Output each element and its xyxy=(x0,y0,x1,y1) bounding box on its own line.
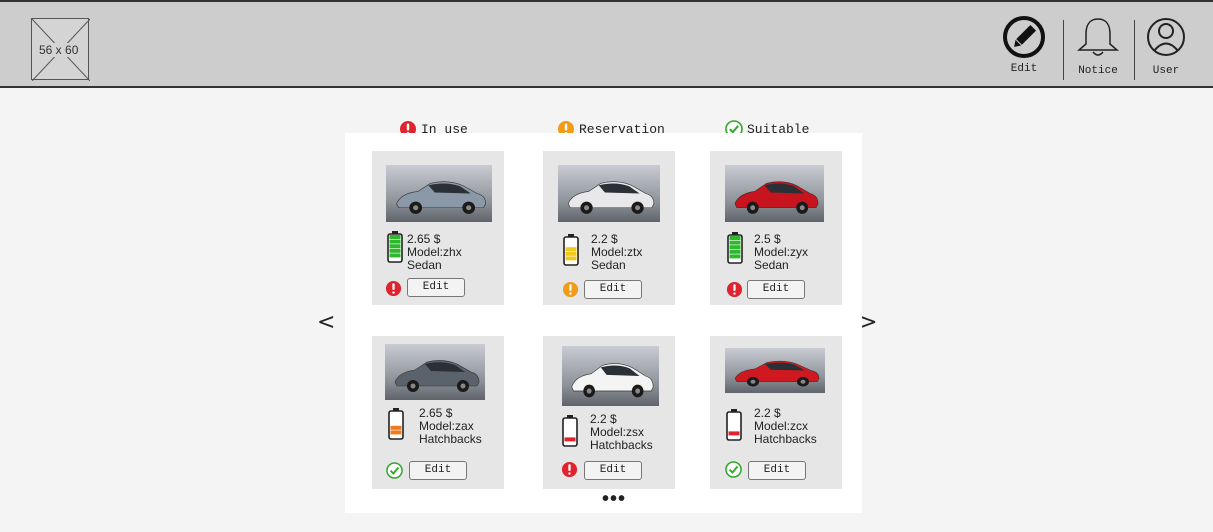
notice-action-label: Notice xyxy=(1078,65,1118,77)
car-card[interactable]: 2.65 $ Model:zax Hatchbacks Edit xyxy=(372,336,504,489)
car-image xyxy=(562,346,659,411)
car-type: Hatchbacks xyxy=(419,432,482,446)
car-photo xyxy=(385,344,485,400)
car-info: 2.5 $ Model:zyx Sedan xyxy=(754,233,808,272)
edit-action[interactable]: Edit xyxy=(1003,16,1045,75)
edit-car-button[interactable]: Edit xyxy=(409,461,467,480)
battery-icon xyxy=(388,408,404,440)
battery-icon xyxy=(387,231,403,263)
car-type: Sedan xyxy=(407,258,442,272)
car-info: 2.2 $ Model:ztx Sedan xyxy=(591,233,642,272)
edit-car-button[interactable]: Edit xyxy=(584,461,642,480)
car-type: Hatchbacks xyxy=(754,432,817,446)
pencil-circle-icon xyxy=(1003,16,1045,58)
battery-icon xyxy=(726,409,742,441)
top-bar: 56 x 60 Edit Notice User xyxy=(0,0,1213,88)
car-image xyxy=(558,165,660,227)
car-image xyxy=(725,348,825,398)
car-status xyxy=(562,281,579,303)
more-indicator[interactable]: ••• xyxy=(602,489,626,509)
car-image xyxy=(385,344,485,405)
toolbar-divider xyxy=(1134,20,1135,80)
car-status xyxy=(725,461,742,483)
car-info: 2.65 $ Model:zhx Sedan xyxy=(407,233,462,272)
car-photo xyxy=(386,165,492,222)
car-type: Sedan xyxy=(754,258,789,272)
battery-icon xyxy=(727,232,743,264)
car-info: 2.2 $ Model:zcx Hatchbacks xyxy=(754,407,817,446)
edit-car-button[interactable]: Edit xyxy=(747,280,805,299)
car-info: 2.2 $ Model:zsx Hatchbacks xyxy=(590,413,653,452)
car-photo xyxy=(725,348,825,393)
battery-indicator xyxy=(387,407,405,446)
battery-indicator xyxy=(726,231,744,270)
car-photo xyxy=(562,346,659,406)
battery-icon xyxy=(563,234,579,266)
user-action-label: User xyxy=(1152,65,1180,77)
car-card[interactable]: 2.65 $ Model:zhx Sedan Edit xyxy=(372,151,504,305)
green-check-icon xyxy=(386,462,403,479)
toolbar-divider xyxy=(1063,20,1064,80)
edit-action-label: Edit xyxy=(1010,63,1038,75)
red-exclamation-icon xyxy=(561,461,578,478)
bell-icon xyxy=(1076,18,1120,56)
battery-indicator xyxy=(562,233,580,272)
battery-icon xyxy=(562,415,578,447)
edit-car-button[interactable]: Edit xyxy=(584,280,642,299)
orange-exclamation-icon xyxy=(562,281,579,298)
car-image xyxy=(725,165,824,227)
car-photo xyxy=(725,165,824,222)
battery-indicator xyxy=(386,230,404,269)
prev-page-arrow[interactable]: < xyxy=(317,310,335,335)
battery-indicator xyxy=(725,408,743,447)
notice-action[interactable]: Notice xyxy=(1074,16,1122,77)
car-card[interactable]: 2.5 $ Model:zyx Sedan Edit xyxy=(710,151,842,305)
battery-indicator xyxy=(561,414,579,453)
car-status xyxy=(385,280,402,302)
car-status xyxy=(561,461,578,483)
user-action[interactable]: User xyxy=(1146,16,1186,77)
car-status xyxy=(726,281,743,303)
car-info: 2.65 $ Model:zax Hatchbacks xyxy=(419,407,482,446)
car-card[interactable]: 2.2 $ Model:ztx Sedan Edit xyxy=(543,151,675,305)
car-card[interactable]: 2.2 $ Model:zsx Hatchbacks Edit xyxy=(543,336,675,489)
red-exclamation-icon xyxy=(726,281,743,298)
car-status xyxy=(386,462,403,484)
logo-placeholder-text: 56 x 60 xyxy=(38,43,80,57)
red-exclamation-icon xyxy=(385,280,402,297)
car-image xyxy=(386,165,492,227)
car-type: Sedan xyxy=(591,258,626,272)
edit-car-button[interactable]: Edit xyxy=(407,278,465,297)
logo-placeholder: 56 x 60 xyxy=(31,18,90,81)
user-icon xyxy=(1147,18,1185,56)
edit-car-button[interactable]: Edit xyxy=(748,461,806,480)
car-card[interactable]: 2.2 $ Model:zcx Hatchbacks Edit xyxy=(710,336,842,489)
car-photo xyxy=(558,165,660,222)
green-check-icon xyxy=(725,461,742,478)
car-type: Hatchbacks xyxy=(590,438,653,452)
